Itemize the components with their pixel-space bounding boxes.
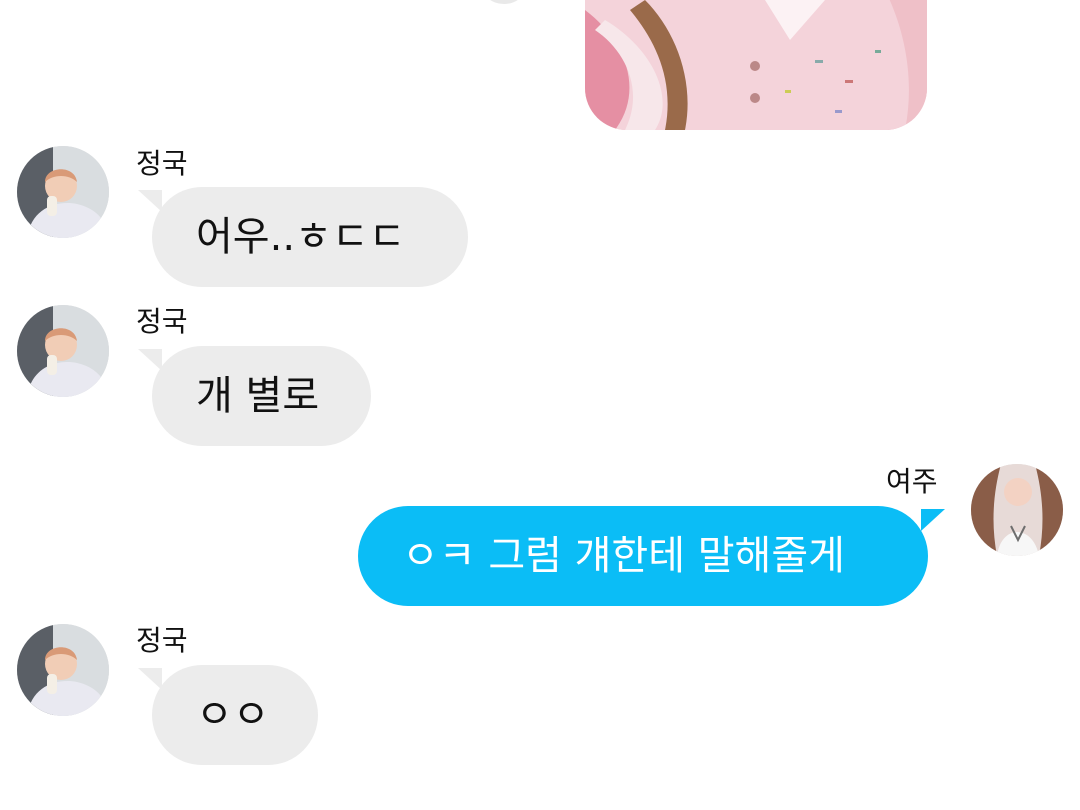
profile-photo-icon bbox=[17, 146, 109, 238]
bubble-tail bbox=[138, 668, 162, 690]
sender-name: 정국 bbox=[136, 624, 188, 657]
message-bubble[interactable]: 어우..ㅎㄷㄷ bbox=[152, 187, 468, 287]
bubble-tail bbox=[138, 190, 162, 212]
profile-photo-icon bbox=[971, 464, 1063, 556]
bubble-tail bbox=[921, 509, 945, 531]
avatar[interactable] bbox=[17, 305, 109, 397]
avatar[interactable] bbox=[480, 0, 528, 4]
profile-photo-icon bbox=[17, 305, 109, 397]
sender-name: 정국 bbox=[136, 147, 188, 180]
profile-photo-icon bbox=[17, 624, 109, 716]
avatar[interactable] bbox=[17, 146, 109, 238]
chat-screen: 정국 어우..ㅎㄷㄷ 정국 개 별로 여주 ㅇㅋ 그럼 걔한테 말해줄게 정국 … bbox=[0, 0, 1080, 810]
bubble-tail bbox=[138, 349, 162, 371]
sender-name: 정국 bbox=[136, 305, 188, 338]
avatar[interactable] bbox=[971, 464, 1063, 556]
message-bubble[interactable]: ㅇㅇ bbox=[152, 665, 318, 765]
shared-photo[interactable] bbox=[585, 0, 927, 130]
message-bubble[interactable]: 개 별로 bbox=[152, 346, 371, 446]
avatar[interactable] bbox=[17, 624, 109, 716]
sender-name: 여주 bbox=[886, 465, 938, 498]
photo-thumbnail-icon bbox=[585, 0, 927, 130]
message-bubble[interactable]: ㅇㅋ 그럼 걔한테 말해줄게 bbox=[358, 506, 928, 606]
